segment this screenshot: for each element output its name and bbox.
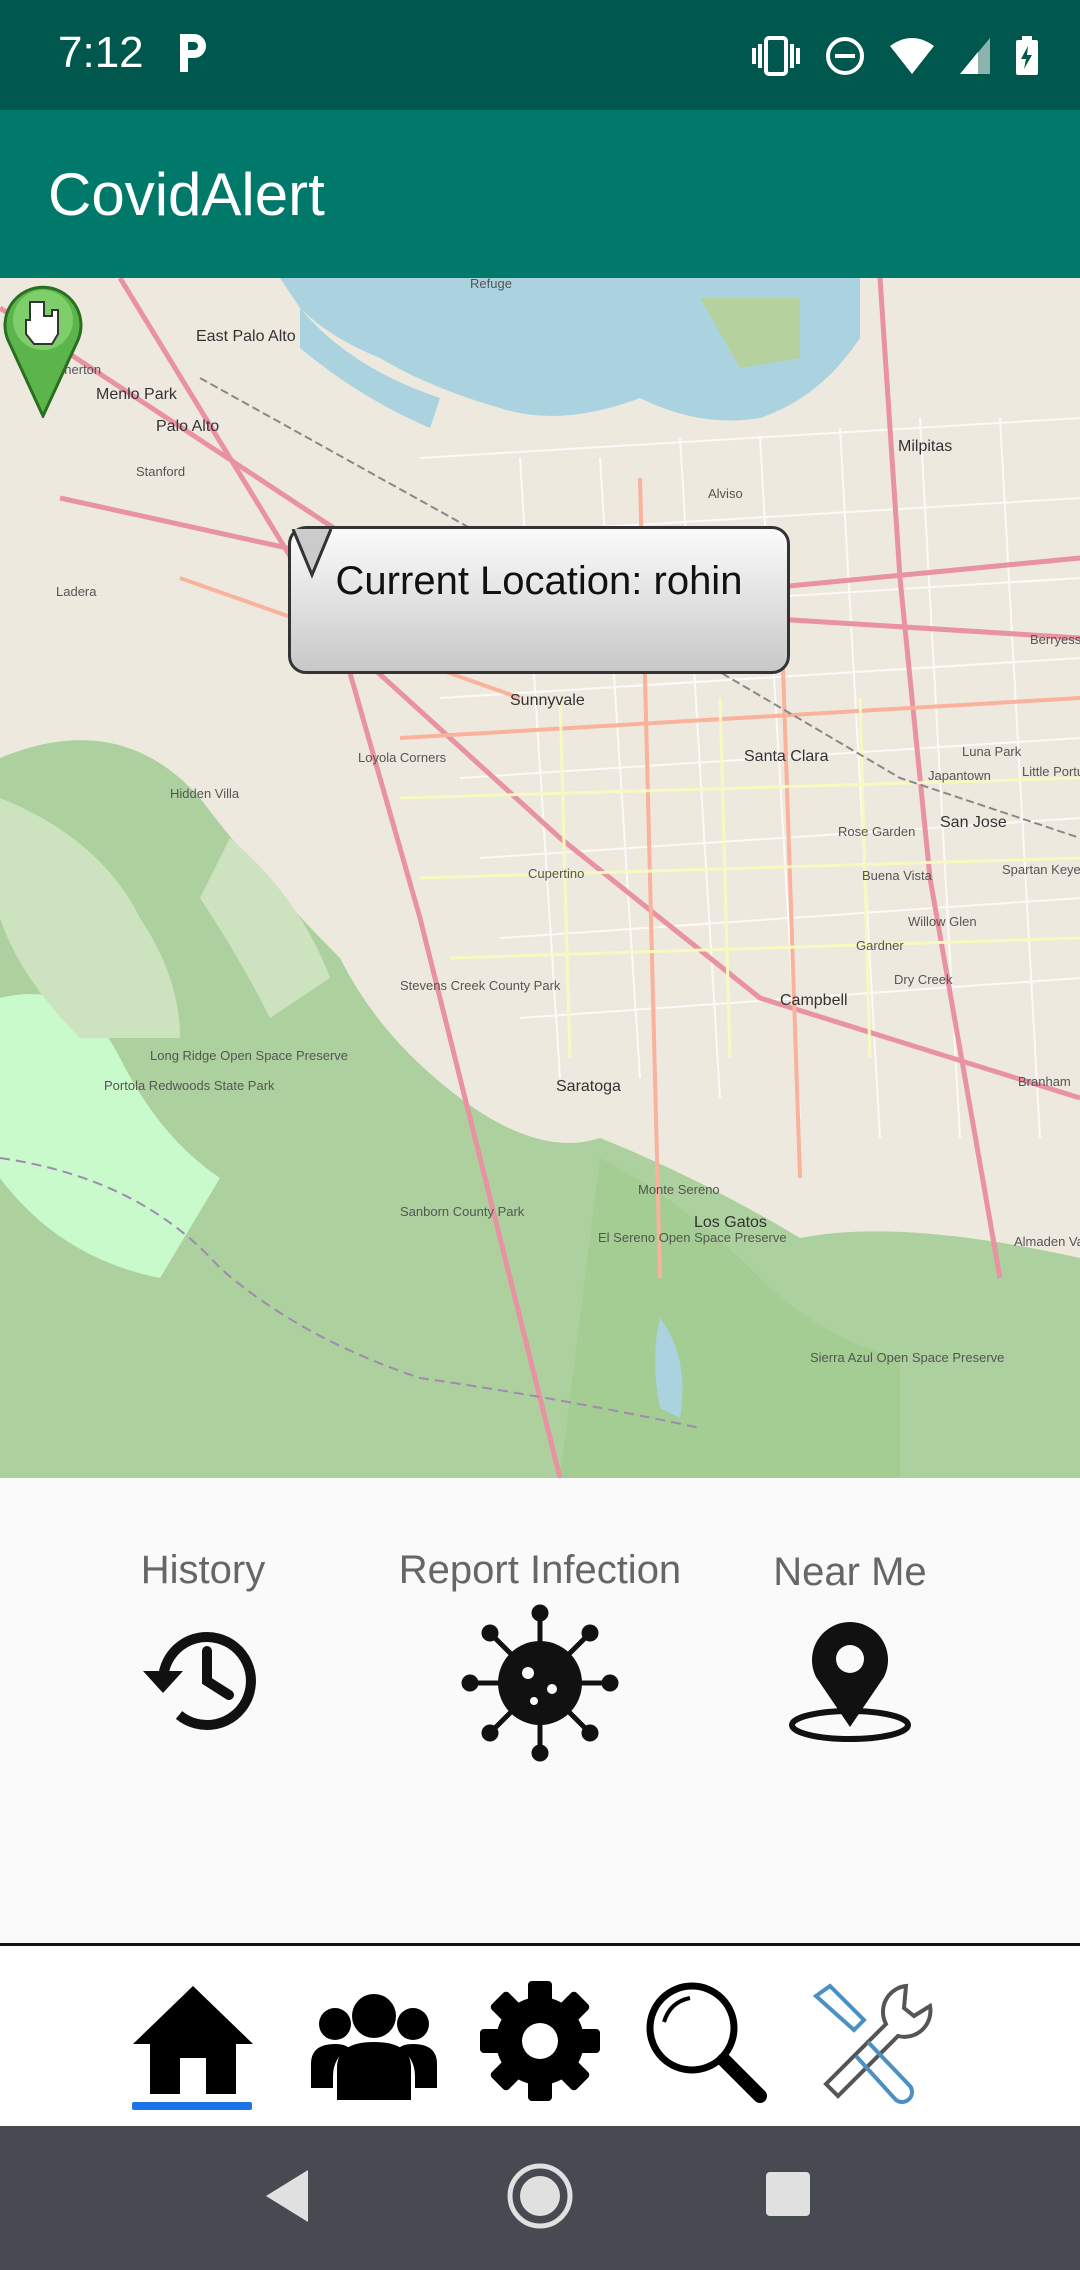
- map-place-label: Almaden Val: [1014, 1234, 1080, 1249]
- map-place-label: Dry Creek: [894, 972, 953, 987]
- map-place-label: Loyola Corners: [358, 750, 447, 765]
- current-location-marker[interactable]: [0, 278, 86, 418]
- map-place-label: Sanborn County Park: [400, 1204, 525, 1219]
- map-place-label: Luna Park: [962, 744, 1022, 759]
- status-time: 7:12: [58, 28, 144, 77]
- app-title: CovidAlert: [48, 161, 325, 228]
- map-place-label: Stevens Creek County Park: [400, 978, 561, 993]
- map-place-label: El Sereno Open Space Preserve: [598, 1230, 787, 1245]
- map-place-label: Saratoga: [556, 1078, 621, 1095]
- report-infection-action[interactable]: Report Infection: [384, 1548, 696, 1763]
- system-navigation-bar: [0, 2126, 1080, 2270]
- map-place-label: Menlo Park: [96, 386, 177, 403]
- map-place-label: Hidden Villa: [170, 786, 240, 801]
- map-place-label: East Palo Alto: [196, 328, 296, 345]
- map-place-label: Palo Alto: [156, 418, 220, 435]
- map-place-label: Sierra Azul Open Space Preserve: [810, 1350, 1005, 1365]
- map-view[interactable]: Refuge East Palo Alto Menlo Park Palo Al…: [0, 278, 1080, 1478]
- map-place-label: Cupertino: [528, 866, 585, 881]
- active-tab-indicator: [132, 2102, 252, 2110]
- callout-text: Current Location: rohin: [335, 559, 743, 603]
- callout-tail: [291, 529, 333, 579]
- do-not-disturb-icon: [826, 37, 864, 75]
- map-place-label: Portola Redwoods State Park: [104, 1078, 275, 1093]
- app-bar: CovidAlert: [0, 110, 1080, 278]
- actions-panel: History Report Infection Near Me: [0, 1478, 1080, 1943]
- map-place-label: Milpitas: [898, 438, 953, 455]
- map-place-label: Santa Clara: [744, 748, 829, 765]
- near-me-label: Near Me: [773, 1550, 927, 1594]
- map-place-label: Long Ridge Open Space Preserve: [150, 1048, 349, 1063]
- map-place-label: Alviso: [708, 486, 743, 501]
- map-place-label: Willow Glen: [908, 914, 977, 929]
- tools-icon[interactable]: [806, 1976, 936, 2106]
- history-action[interactable]: History: [126, 1548, 280, 1743]
- map-place-label: San Jose: [940, 814, 1007, 831]
- signal-icon: [960, 38, 990, 74]
- map-place-label: Refuge: [470, 278, 512, 291]
- map-place-label: Branham: [1018, 1074, 1071, 1089]
- wifi-icon: [890, 38, 934, 74]
- map-place-label: Little Portug: [1022, 764, 1080, 779]
- map-place-label: Campbell: [780, 992, 848, 1009]
- map-place-label: Spartan Keyes: [1002, 862, 1080, 877]
- parking-notification-icon: [180, 34, 206, 72]
- search-icon[interactable]: [640, 1976, 770, 2106]
- map-place-label: Rose Garden: [838, 824, 916, 839]
- history-icon: [143, 1632, 256, 1730]
- map-place-label: Berryessa: [1030, 632, 1080, 647]
- location-callout[interactable]: Current Location: rohin: [288, 526, 790, 674]
- back-button-icon[interactable]: [262, 2166, 312, 2226]
- bottom-navigation: [0, 1943, 1080, 2126]
- map-place-label: Ladera: [56, 584, 97, 599]
- virus-icon: [461, 1604, 619, 1762]
- near-me-action[interactable]: Near Me: [760, 1550, 940, 1745]
- battery-charging-icon: [1016, 36, 1038, 75]
- status-bar: 7:12: [0, 0, 1080, 110]
- history-label: History: [140, 1548, 266, 1592]
- location-pin-icon: [789, 1622, 911, 1742]
- map-place-label: Buena Vista: [862, 868, 932, 883]
- map-place-label: Sunnyvale: [510, 692, 585, 709]
- home-button-icon[interactable]: [506, 2162, 574, 2230]
- report-infection-label: Report Infection: [398, 1548, 682, 1592]
- gear-icon[interactable]: [475, 1976, 605, 2106]
- people-icon[interactable]: [309, 1976, 439, 2106]
- map-place-label: Gardner: [856, 938, 904, 953]
- map-place-label: Japantown: [928, 768, 991, 783]
- vibrate-icon: [752, 36, 800, 76]
- map-place-label: Monte Sereno: [638, 1182, 720, 1197]
- home-icon[interactable]: [128, 1976, 258, 2106]
- recents-button-icon[interactable]: [764, 2170, 812, 2218]
- map-place-label: Stanford: [136, 464, 186, 479]
